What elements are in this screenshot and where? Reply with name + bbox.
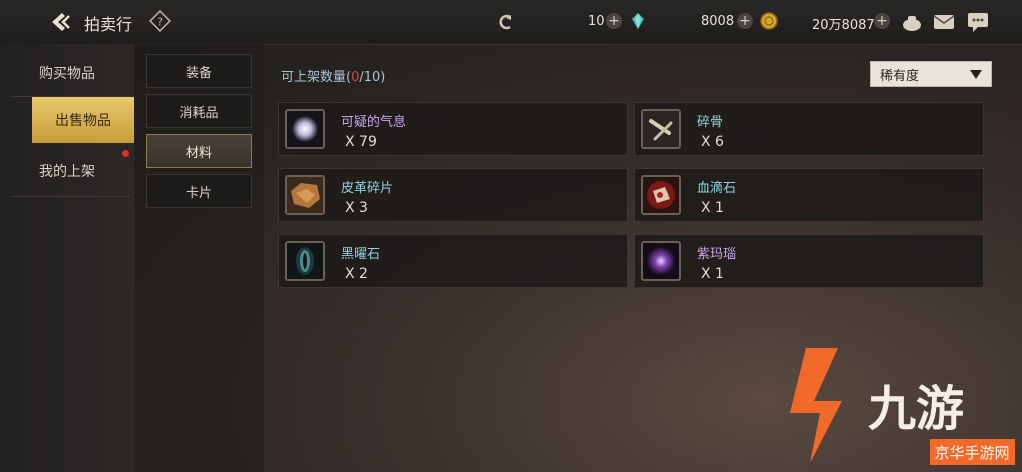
watermark-sub: 京华手游网 <box>934 444 1009 462</box>
item-card[interactable]: 血滴石 X 1 <box>634 168 984 222</box>
blood-stone-icon <box>641 175 681 215</box>
add-gold-button[interactable]: + <box>737 13 753 29</box>
nav-divider <box>10 196 130 197</box>
item-quantity: X 3 <box>345 200 368 216</box>
item-quantity: X 1 <box>701 266 724 282</box>
nav-buy-items[interactable]: 购买物品 <box>0 50 134 96</box>
item-name: 紫玛瑙 <box>697 247 737 262</box>
tab-cards[interactable]: 卡片 <box>146 174 252 208</box>
diamond-icon <box>632 13 644 29</box>
dropdown-arrow-icon <box>970 70 982 79</box>
refresh-icon[interactable] <box>496 12 516 32</box>
item-name: 血滴石 <box>697 181 737 196</box>
help-icon[interactable]: ? <box>149 10 171 32</box>
item-quantity: X 6 <box>701 134 724 150</box>
item-card[interactable]: 紫玛瑙 X 1 <box>634 234 984 288</box>
tab-equipment[interactable]: 装备 <box>146 54 252 88</box>
item-card[interactable]: 皮革碎片 X 3 <box>278 168 628 222</box>
listing-count: 可上架数量(0/10) <box>281 70 386 85</box>
leather-icon <box>285 175 325 215</box>
item-name: 黑曜石 <box>341 247 381 262</box>
sort-dropdown[interactable]: 稀有度 <box>870 61 992 87</box>
item-quantity: X 2 <box>345 266 368 282</box>
add-diamond-button[interactable]: + <box>606 13 622 29</box>
obsidian-icon <box>285 241 325 281</box>
mail-icon[interactable] <box>932 10 956 34</box>
nav-sell-items[interactable]: 出售物品 <box>32 97 134 143</box>
mist-icon <box>285 109 325 149</box>
nav-my-listings[interactable]: 我的上架 <box>0 148 134 194</box>
item-name: 可疑的气息 <box>341 115 407 130</box>
item-quantity: X 1 <box>701 200 724 216</box>
add-money-button[interactable]: + <box>874 13 890 29</box>
item-name: 皮革碎片 <box>341 181 394 196</box>
svg-text:?: ? <box>157 16 163 29</box>
item-card[interactable]: 黑曜石 X 2 <box>278 234 628 288</box>
bone-icon <box>641 109 681 149</box>
money-bag-icon[interactable] <box>900 10 924 34</box>
item-name: 碎骨 <box>697 115 724 130</box>
chat-icon[interactable] <box>966 10 990 34</box>
back-arrow-icon[interactable] <box>48 10 74 34</box>
item-card[interactable]: 碎骨 X 6 <box>634 102 984 156</box>
watermark-brand: 九游 <box>868 381 964 437</box>
money-amount: 20万8087 <box>812 18 875 33</box>
purple-agate-icon <box>641 241 681 281</box>
notification-badge <box>122 150 129 157</box>
watermark-logo: 九游 京华手游网 <box>790 348 1015 465</box>
top-bar: 拍卖行 ? 10 + 8008 + 20万8087 + <box>0 0 1022 45</box>
diamond-amount: 10 <box>588 14 605 29</box>
item-card[interactable]: 可疑的气息 X 79 <box>278 102 628 156</box>
item-quantity: X 79 <box>345 134 377 150</box>
tab-consumables[interactable]: 消耗品 <box>146 94 252 128</box>
tab-materials[interactable]: 材料 <box>146 134 252 168</box>
gold-amount: 8008 <box>701 14 735 29</box>
page-title: 拍卖行 <box>84 15 133 34</box>
gold-coin-icon <box>760 12 778 30</box>
